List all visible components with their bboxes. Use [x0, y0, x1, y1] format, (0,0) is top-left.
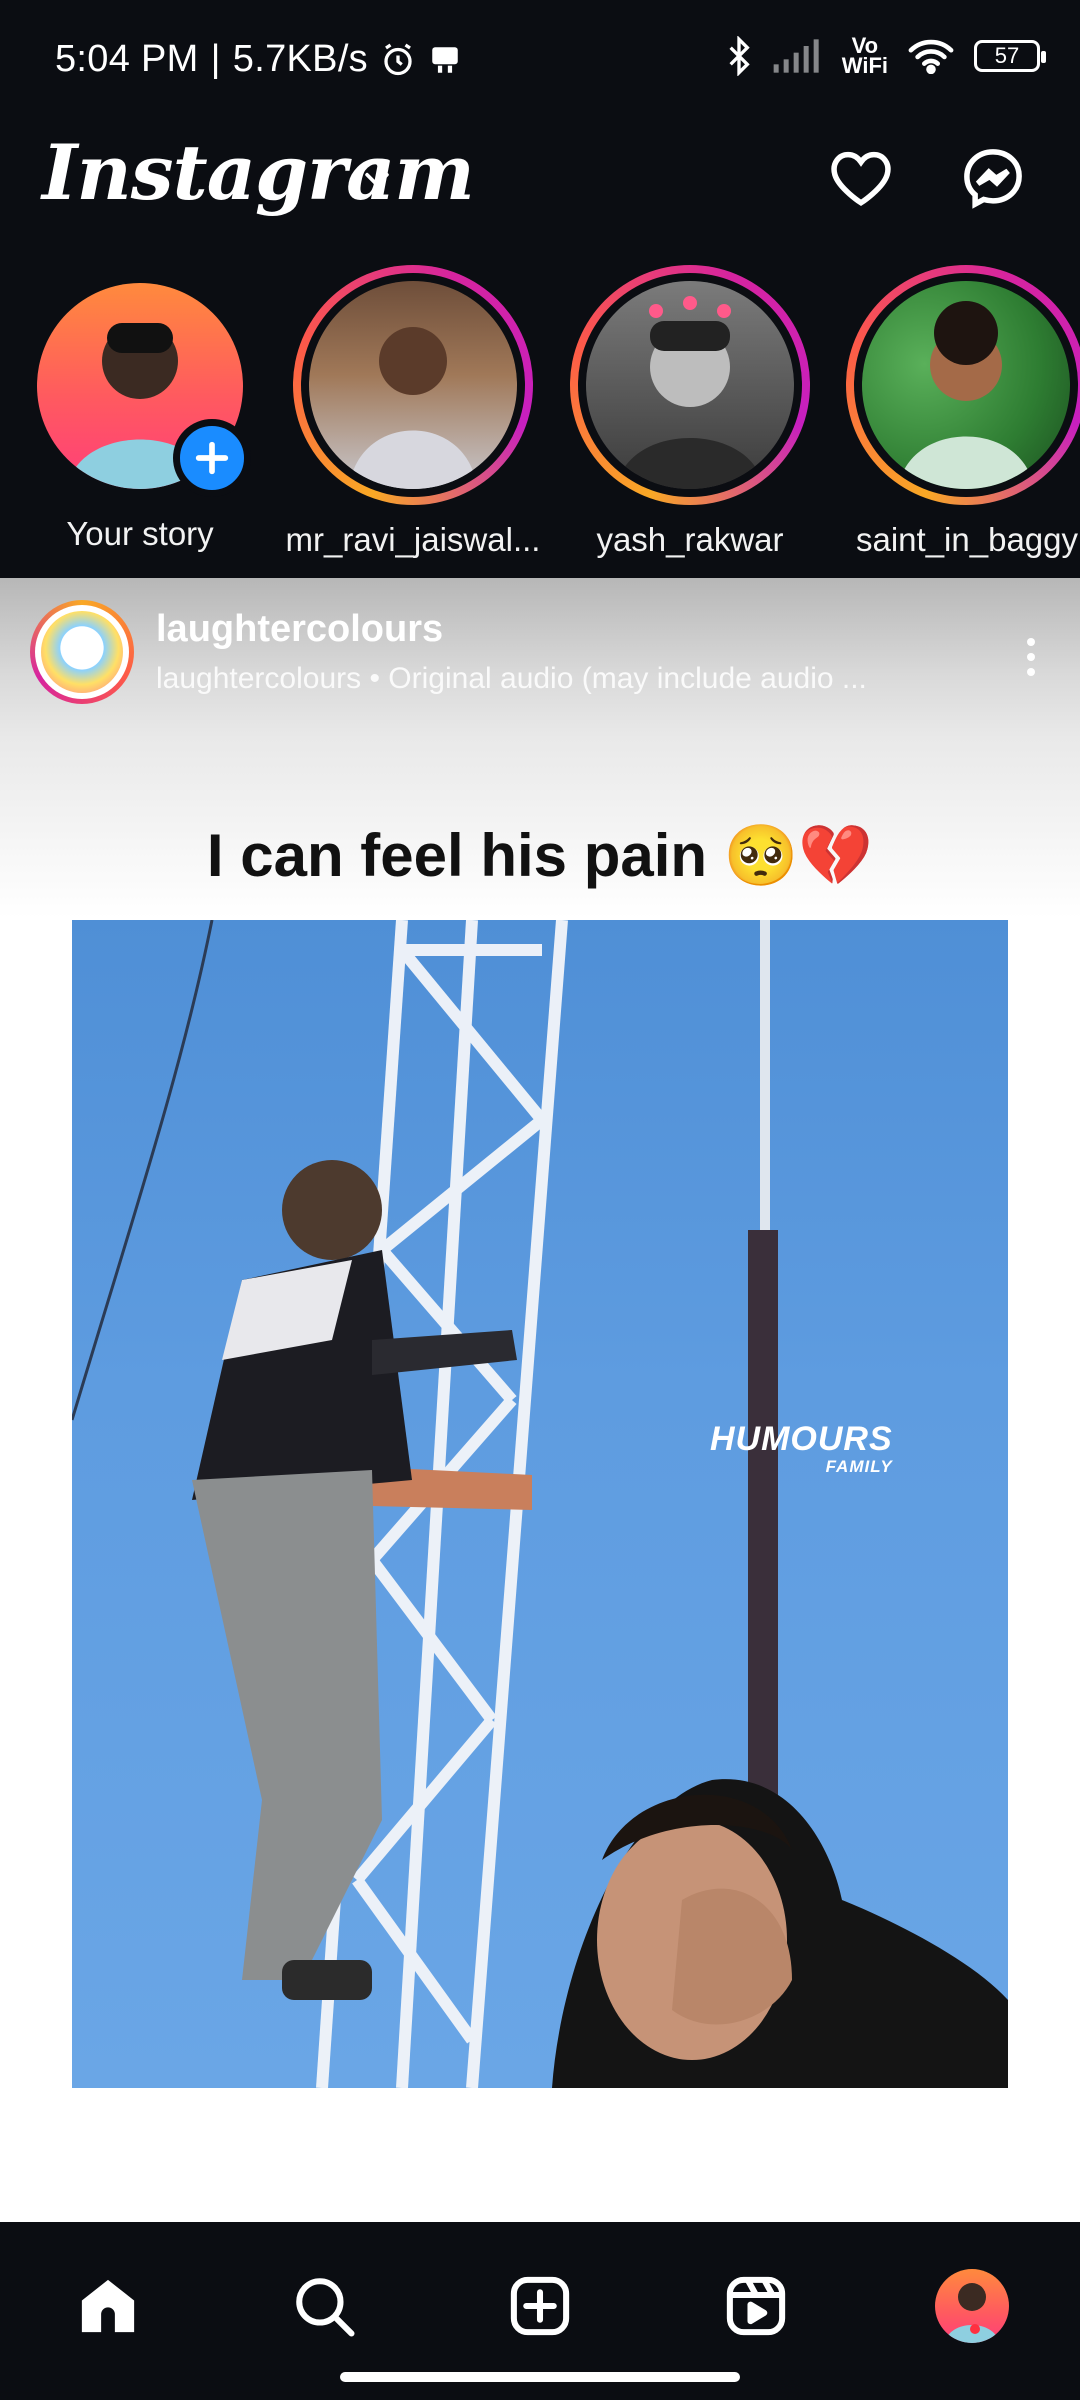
- nav-home[interactable]: [62, 2260, 154, 2352]
- story-avatar: [586, 281, 794, 489]
- story-label: Your story: [66, 515, 214, 552]
- story-item[interactable]: saint_in_baggy: [826, 265, 1080, 559]
- media-caption-overlay: I can feel his pain 🥺💔: [206, 822, 874, 889]
- profile-notification-dot: [970, 2324, 980, 2334]
- person-silhouette: [898, 301, 1034, 489]
- status-time: 5:04 PM: [55, 38, 199, 80]
- messenger-icon: [964, 149, 1022, 209]
- more-dot: [1027, 638, 1035, 646]
- heart-icon: [831, 151, 891, 207]
- alarm-icon: [380, 42, 416, 78]
- post-audio-info[interactable]: laughtercolours • Original audio (may in…: [156, 662, 936, 696]
- story-item[interactable]: mr_ravi_jaiswal...: [273, 265, 553, 559]
- person-silhouette: [616, 296, 764, 489]
- instagram-logo[interactable]: Instagram: [42, 128, 475, 217]
- vowifi-indicator: Vo WiFi: [841, 35, 888, 78]
- vowifi-bottom: WiFi: [841, 53, 888, 78]
- stories-tray: Your story mr_ravi_jaiswal... yash_rakwa…: [0, 265, 1080, 578]
- story-ring: [293, 265, 533, 505]
- app-header: Instagram: [0, 120, 1080, 265]
- post-author-avatar[interactable]: [30, 600, 134, 704]
- story-label: saint_in_baggy: [856, 521, 1079, 558]
- status-separator: |: [210, 38, 221, 80]
- story-label: yash_rakwar: [596, 521, 784, 558]
- messenger-button[interactable]: [950, 135, 1036, 221]
- battery-icon: 57: [974, 40, 1046, 72]
- battery-level: 57: [994, 43, 1020, 68]
- watermark-line1: HUMOURS: [710, 1420, 893, 1458]
- video-watermark: HUMOURS FAMILY: [710, 1420, 893, 1477]
- add-story-button[interactable]: [173, 419, 251, 497]
- plus-icon: [195, 441, 229, 475]
- story-avatar: [862, 281, 1070, 489]
- create-icon: [510, 2276, 570, 2336]
- wifi-icon: [908, 38, 954, 74]
- more-dot: [1027, 668, 1035, 676]
- status-right: Vo WiFi 57: [726, 35, 1046, 78]
- status-left: 5:04 PM | 5.7KB/s: [55, 38, 462, 81]
- home-indicator[interactable]: [340, 2372, 740, 2382]
- nav-reels[interactable]: [710, 2260, 802, 2352]
- story-avatar: [309, 281, 517, 489]
- story-label: mr_ravi_jaiswal...: [285, 521, 541, 558]
- notifications-button[interactable]: [818, 135, 904, 221]
- status-bar: 5:04 PM | 5.7KB/s Vo WiFi 57: [0, 0, 1080, 120]
- network-speed: 5.7KB/s: [232, 38, 368, 80]
- nav-profile[interactable]: [926, 2260, 1018, 2352]
- video-scene: [72, 920, 1008, 2088]
- watermark-line2: FAMILY: [825, 1457, 893, 1476]
- search-icon: [296, 2278, 355, 2337]
- notification-icon: [428, 43, 462, 77]
- your-story-avatar[interactable]: [37, 283, 251, 497]
- video-frame[interactable]: HUMOURS FAMILY: [72, 920, 1008, 2088]
- chevron-down-icon[interactable]: [360, 162, 394, 201]
- home-icon: [81, 2279, 135, 2333]
- story-your-story[interactable]: Your story: [0, 265, 280, 553]
- more-options-button[interactable]: [1006, 622, 1056, 692]
- signal-icon: [772, 39, 822, 73]
- post-header: laughtercolours laughtercolours • Origin…: [0, 578, 1080, 738]
- story-ring: [846, 265, 1080, 505]
- person-silhouette: [349, 327, 477, 489]
- nav-create[interactable]: [494, 2260, 586, 2352]
- post-media[interactable]: I can feel his pain 🥺💔 HUMOURS FAMILY: [0, 738, 1080, 2222]
- story-item[interactable]: yash_rakwar: [550, 265, 830, 559]
- story-ring: [570, 265, 810, 505]
- bluetooth-icon: [726, 36, 752, 76]
- post-username[interactable]: laughtercolours: [156, 608, 443, 651]
- more-dot: [1027, 653, 1035, 661]
- reels-icon: [726, 2276, 786, 2336]
- nav-search[interactable]: [278, 2260, 370, 2352]
